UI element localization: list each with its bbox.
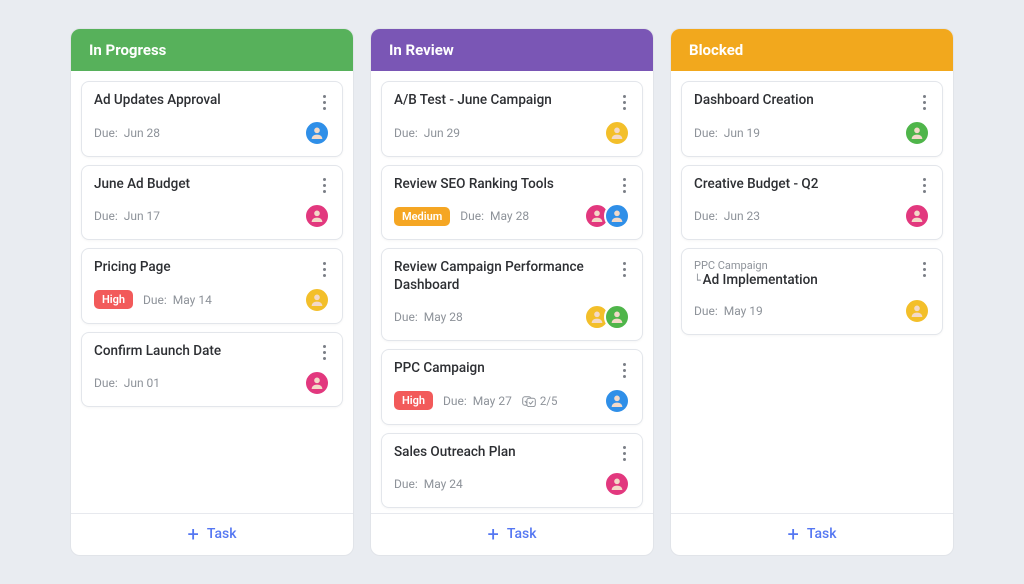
- due-date: Due: Jun 17: [94, 209, 160, 223]
- card-title: A/B Test - June Campaign: [394, 92, 630, 110]
- card-parent: PPC Campaign└Ad Implementation: [694, 259, 930, 288]
- column-body: Ad Updates Approval Due: Jun 28 June Ad …: [71, 71, 353, 513]
- kanban-column: Blocked Dashboard Creation Due: Jun 19 C…: [670, 28, 954, 556]
- avatar-icon: [304, 120, 330, 146]
- card-title: June Ad Budget: [94, 176, 330, 194]
- card-title: Dashboard Creation: [694, 92, 930, 110]
- due-date: Due: May 28: [460, 209, 529, 223]
- due-date: Due: May 14: [143, 293, 212, 307]
- assignees: [604, 471, 630, 497]
- more-options-icon[interactable]: [616, 360, 632, 380]
- assignees: [304, 203, 330, 229]
- task-card[interactable]: Pricing Page High Due: May 14: [81, 248, 343, 324]
- task-card[interactable]: Ad Updates Approval Due: Jun 28: [81, 81, 343, 157]
- add-task-button[interactable]: + Task: [787, 524, 836, 544]
- card-title: Ad Updates Approval: [94, 92, 330, 110]
- avatar-icon: [304, 287, 330, 313]
- due-date: Due: May 28: [394, 310, 463, 324]
- due-date: Due: Jun 19: [694, 126, 760, 140]
- more-options-icon[interactable]: [916, 92, 932, 112]
- column-footer: + Task: [671, 513, 953, 555]
- card-title: PPC Campaign: [394, 360, 630, 378]
- assignees: [584, 203, 630, 229]
- task-card[interactable]: June Ad Budget Due: Jun 17: [81, 165, 343, 241]
- more-options-icon[interactable]: [316, 259, 332, 279]
- column-header: In Review: [371, 29, 653, 71]
- avatar-icon: [904, 203, 930, 229]
- add-task-button[interactable]: + Task: [487, 524, 536, 544]
- avatar-icon: [604, 203, 630, 229]
- task-card[interactable]: Review SEO Ranking Tools Medium Due: May…: [381, 165, 643, 241]
- assignees: [584, 304, 630, 330]
- kanban-column: In Review A/B Test - June Campaign Due: …: [370, 28, 654, 556]
- column-footer: + Task: [371, 513, 653, 555]
- card-title: Review SEO Ranking Tools: [394, 176, 630, 194]
- kanban-column: In Progress Ad Updates Approval Due: Jun…: [70, 28, 354, 556]
- due-date: Due: Jun 01: [94, 376, 160, 390]
- card-title: Sales Outreach Plan: [394, 444, 630, 462]
- add-task-label: Task: [807, 526, 837, 542]
- column-footer: + Task: [71, 513, 353, 555]
- avatar-icon: [604, 304, 630, 330]
- kanban-board: In Progress Ad Updates Approval Due: Jun…: [70, 28, 954, 556]
- avatar-icon: [304, 370, 330, 396]
- task-card[interactable]: Review Campaign Performance Dashboard Du…: [381, 248, 643, 341]
- task-card[interactable]: PPC Campaign High Due: May 27 2/5: [381, 349, 643, 425]
- due-date: Due: May 27: [443, 394, 512, 408]
- task-card[interactable]: Sales Outreach Plan Due: May 24: [381, 433, 643, 509]
- more-options-icon[interactable]: [916, 176, 932, 196]
- assignees: [304, 120, 330, 146]
- more-options-icon[interactable]: [916, 259, 932, 279]
- due-date: Due: Jun 23: [694, 209, 760, 223]
- avatar-icon: [604, 120, 630, 146]
- more-options-icon[interactable]: [616, 176, 632, 196]
- more-options-icon[interactable]: [316, 176, 332, 196]
- plus-icon: +: [187, 524, 198, 544]
- card-title: Creative Budget - Q2: [694, 176, 930, 194]
- card-title: Confirm Launch Date: [94, 343, 330, 361]
- column-body: A/B Test - June Campaign Due: Jun 29 Rev…: [371, 71, 653, 513]
- priority-badge: High: [394, 391, 433, 410]
- add-task-label: Task: [207, 526, 237, 542]
- due-date: Due: Jun 28: [94, 126, 160, 140]
- task-card[interactable]: Confirm Launch Date Due: Jun 01: [81, 332, 343, 408]
- assignees: [604, 388, 630, 414]
- plus-icon: +: [487, 524, 498, 544]
- avatar-icon: [304, 203, 330, 229]
- task-card[interactable]: PPC Campaign└Ad Implementation Due: May …: [681, 248, 943, 335]
- plus-icon: +: [787, 524, 798, 544]
- assignees: [904, 298, 930, 324]
- card-title: Pricing Page: [94, 259, 330, 277]
- assignees: [904, 203, 930, 229]
- more-options-icon[interactable]: [616, 259, 632, 279]
- avatar-icon: [904, 120, 930, 146]
- task-card[interactable]: Creative Budget - Q2 Due: Jun 23: [681, 165, 943, 241]
- priority-badge: Medium: [394, 207, 450, 226]
- avatar-icon: [904, 298, 930, 324]
- column-body: Dashboard Creation Due: Jun 19 Creative …: [671, 71, 953, 513]
- add-task-button[interactable]: + Task: [187, 524, 236, 544]
- priority-badge: High: [94, 290, 133, 309]
- add-task-label: Task: [507, 526, 537, 542]
- due-date: Due: May 24: [394, 477, 463, 491]
- more-options-icon[interactable]: [616, 92, 632, 112]
- more-options-icon[interactable]: [316, 92, 332, 112]
- card-title: Review Campaign Performance Dashboard: [394, 259, 630, 294]
- due-date: Due: Jun 29: [394, 126, 460, 140]
- assignees: [304, 370, 330, 396]
- avatar-icon: [604, 471, 630, 497]
- more-options-icon[interactable]: [316, 343, 332, 363]
- more-options-icon[interactable]: [616, 444, 632, 464]
- checklist-indicator: 2/5: [522, 394, 558, 408]
- due-date: Due: May 19: [694, 304, 763, 318]
- task-card[interactable]: A/B Test - June Campaign Due: Jun 29: [381, 81, 643, 157]
- assignees: [304, 287, 330, 313]
- column-header: In Progress: [71, 29, 353, 71]
- task-card[interactable]: Dashboard Creation Due: Jun 19: [681, 81, 943, 157]
- avatar-icon: [604, 388, 630, 414]
- assignees: [904, 120, 930, 146]
- column-header: Blocked: [671, 29, 953, 71]
- assignees: [604, 120, 630, 146]
